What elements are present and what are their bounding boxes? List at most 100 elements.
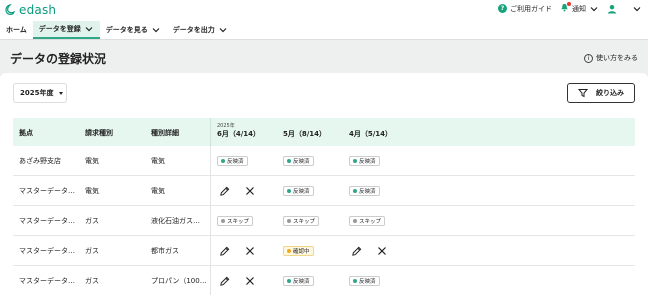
- close-icon[interactable]: [376, 246, 387, 257]
- nav-view-data[interactable]: データを見る: [100, 21, 167, 39]
- nav-export-data[interactable]: データを出力: [167, 21, 234, 39]
- cell-type: ガス: [85, 247, 99, 255]
- cell-month-status: [219, 176, 255, 206]
- nav-export-label: データを出力: [172, 26, 215, 34]
- nav-register-data[interactable]: データを登録: [32, 21, 100, 39]
- cell-type: ガス: [85, 277, 99, 285]
- status-dot: [287, 159, 291, 163]
- status-badge: 反映済: [283, 276, 314, 286]
- col-type: 請求種別: [85, 129, 113, 137]
- edit-icon[interactable]: [219, 186, 230, 197]
- chevron-down-icon: [152, 28, 160, 33]
- status-badge: 反映済: [349, 186, 380, 196]
- cell-site: マスターデータ…: [19, 187, 75, 195]
- filter-button[interactable]: 絞り込み: [567, 83, 635, 103]
- close-icon[interactable]: [244, 246, 255, 257]
- howto-label: 使い方をみる: [596, 54, 638, 62]
- status-dot: [353, 219, 357, 223]
- notification-dot: [567, 2, 571, 6]
- bell-icon: [560, 2, 571, 14]
- status-label: 反映済: [293, 279, 310, 285]
- help-icon: ?: [498, 4, 507, 13]
- col-detail: 種別詳細: [151, 129, 179, 137]
- cell-month-status: 反映済: [349, 266, 380, 295]
- col-site: 拠点: [19, 129, 33, 137]
- col-year: 2025年: [217, 123, 235, 129]
- guide-link[interactable]: ? ご利用ガイド: [498, 4, 552, 14]
- status-badge: 反映済: [283, 186, 314, 196]
- nav-view-label: データを見る: [105, 26, 148, 34]
- status-dot: [221, 219, 225, 223]
- status-dot: [287, 219, 291, 223]
- status-badge: 反映済: [349, 276, 380, 286]
- status-dot: [221, 159, 225, 163]
- cell-month-status: スキップ: [217, 206, 254, 236]
- close-icon[interactable]: [244, 276, 255, 287]
- col-month-apr[interactable]: 4月（5/14）: [349, 129, 392, 139]
- edit-icon[interactable]: [219, 246, 230, 257]
- cell-month-status: 反映済: [283, 176, 314, 206]
- table-row: あざみ野支店 電気 電気 反映済 反映済 反映済: [13, 146, 635, 176]
- table-header: 拠点 請求種別 種別詳細 2025年 6月（4/14） 5月（8/14） 4月（…: [13, 118, 635, 146]
- status-badge: スキップ: [217, 216, 254, 226]
- user-menu[interactable]: [607, 4, 642, 14]
- nav-home-label: ホーム: [6, 26, 27, 34]
- status-label: 反映済: [227, 159, 244, 165]
- status-label: 反映済: [359, 279, 376, 285]
- status-label: 反映済: [293, 159, 310, 165]
- cell-detail: 電気: [151, 157, 165, 165]
- cell-month-status: 反映済: [217, 146, 248, 176]
- cell-month-status: 反映済: [349, 146, 380, 176]
- status-badge: 確認中: [283, 246, 314, 256]
- column-divider: [210, 206, 211, 236]
- year-select[interactable]: 2025年度: [13, 83, 67, 103]
- cell-type: 電気: [85, 157, 99, 165]
- status-label: 反映済: [359, 189, 376, 195]
- table-row: マスターデータ… ガス プロパン（100… 反映済 反映済: [13, 266, 635, 295]
- column-divider: [210, 146, 211, 176]
- nav-home[interactable]: ホーム: [0, 21, 33, 39]
- status-label: 反映済: [293, 189, 310, 195]
- edit-icon[interactable]: [351, 246, 362, 257]
- cell-type: ガス: [85, 217, 99, 225]
- status-dot: [353, 189, 357, 193]
- status-badge: スキップ: [283, 216, 320, 226]
- column-divider: [210, 266, 211, 295]
- main-nav: ホーム データを登録 データを見る データを出力: [0, 21, 648, 40]
- cell-site: マスターデータ…: [19, 217, 75, 225]
- cell-detail: 液化石油ガス…: [151, 217, 200, 225]
- col-month-may[interactable]: 5月（8/14）: [283, 129, 326, 139]
- user-icon: [608, 4, 616, 13]
- year-select-value: 2025年度: [20, 89, 54, 97]
- cell-type: 電気: [85, 187, 99, 195]
- notify-label: 通知: [572, 4, 586, 13]
- cell-detail: 電気: [151, 187, 165, 195]
- close-icon[interactable]: [244, 186, 255, 197]
- howto-link[interactable]: i 使い方をみる: [584, 53, 638, 63]
- filter-label: 絞り込み: [596, 89, 624, 97]
- logo-text: edash: [19, 3, 57, 17]
- cell-site: あざみ野支店: [19, 157, 61, 165]
- status-badge: 反映済: [217, 156, 248, 166]
- page-title: データの登録状況: [10, 52, 107, 66]
- cell-month-status: [219, 236, 255, 266]
- chevron-down-icon: [590, 6, 598, 11]
- notification-menu[interactable]: 通知: [560, 2, 599, 14]
- edit-icon[interactable]: [219, 276, 230, 287]
- status-label: 反映済: [359, 159, 376, 165]
- cell-month-status: 反映済: [349, 176, 380, 206]
- status-label: スキップ: [227, 219, 250, 225]
- status-badge: スキップ: [349, 216, 386, 226]
- filter-icon: [578, 89, 588, 98]
- cell-detail: 都市ガス: [151, 247, 179, 255]
- status-dot: [353, 279, 357, 283]
- table-row: マスターデータ… ガス 都市ガス 確認中: [13, 236, 635, 266]
- col-month-jun[interactable]: 6月（4/14）: [217, 129, 260, 139]
- caret-down-icon: [59, 91, 64, 95]
- cell-detail: プロパン（100…: [151, 277, 207, 285]
- table-row: マスターデータ… ガス 液化石油ガス… スキップ スキップ スキップ: [13, 206, 635, 236]
- status-dot: [353, 159, 357, 163]
- cell-site: マスターデータ…: [19, 247, 75, 255]
- cell-month-status: スキップ: [349, 206, 386, 236]
- app-logo[interactable]: edash: [4, 3, 56, 17]
